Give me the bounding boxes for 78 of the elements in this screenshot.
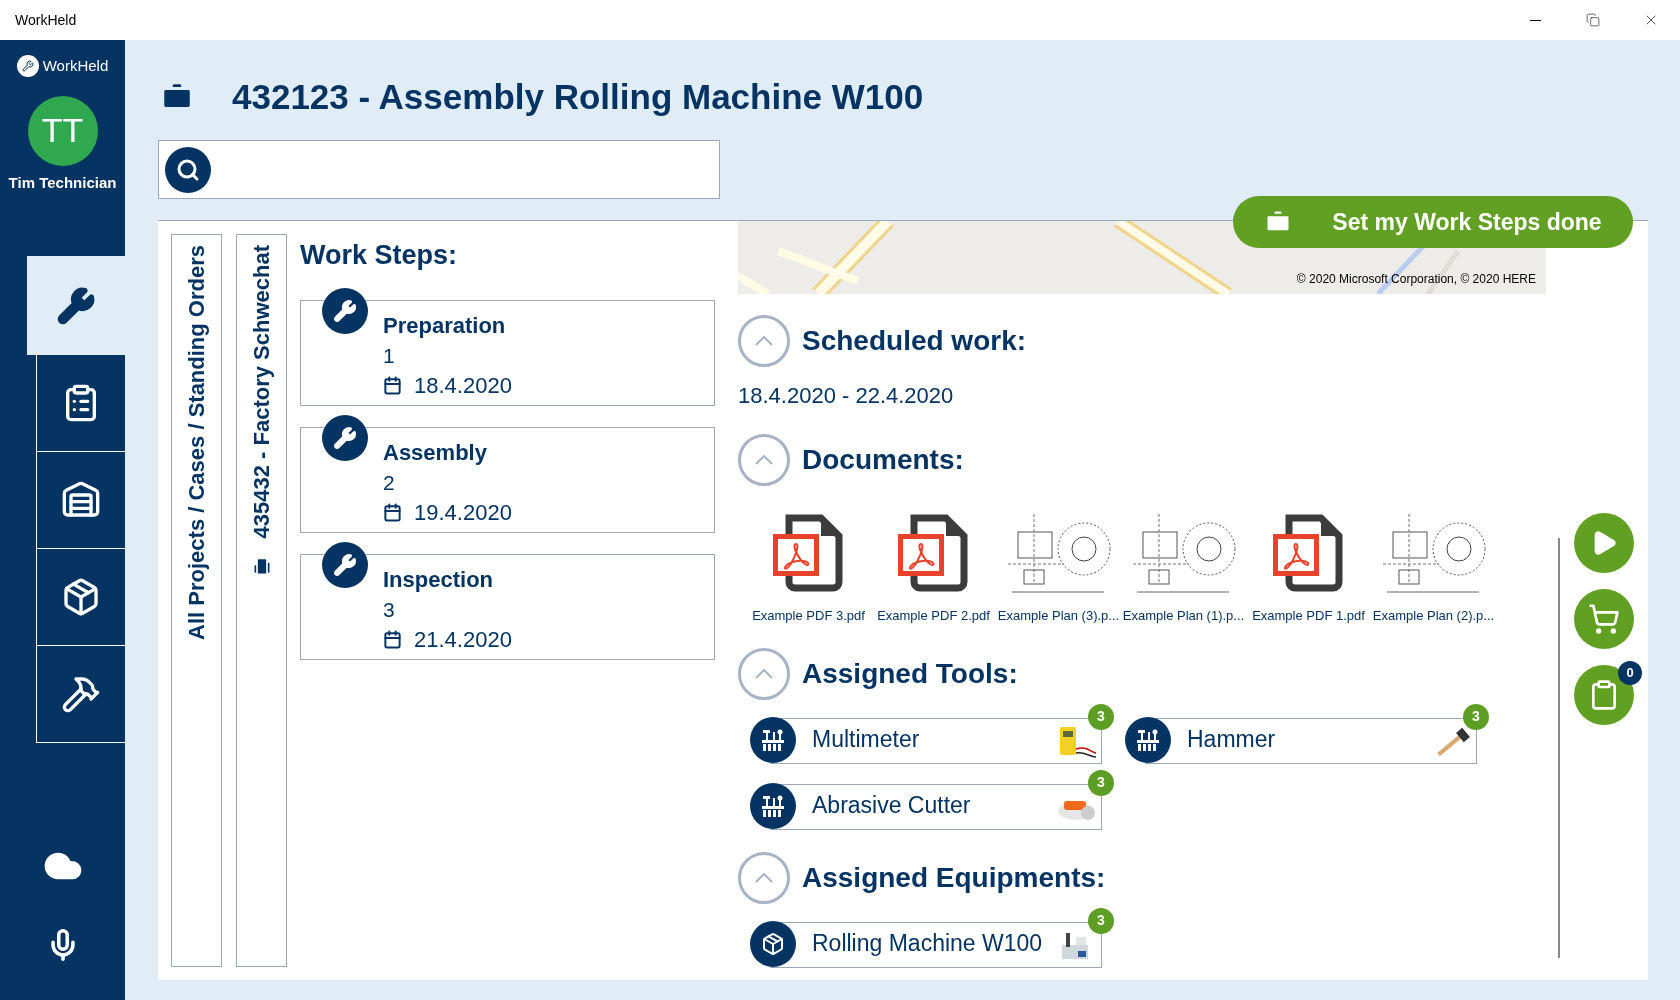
- toolbox-icon: [760, 793, 786, 818]
- document-name: Example Plan (1).p...: [1122, 607, 1245, 625]
- calendar-icon: [383, 376, 402, 395]
- document-name: Example Plan (2).p...: [1372, 607, 1495, 625]
- step-date: 19.4.2020: [414, 498, 512, 527]
- map-attribution: © 2020 Microsoft Corporation, © 2020 HERE: [1296, 271, 1536, 288]
- wrench-icon: [56, 285, 96, 326]
- count-badge: 0: [1618, 661, 1642, 685]
- breadcrumb-tab[interactable]: 435432 - Factory Schwechat: [236, 234, 287, 967]
- document-name: Example PDF 2.pdf: [877, 607, 990, 625]
- wrench-icon: [322, 414, 368, 461]
- section-heading: Scheduled work:: [802, 324, 1027, 358]
- document-tile[interactable]: Example Plan (1).p...: [1121, 502, 1246, 626]
- nav-item[interactable]: [36, 355, 125, 452]
- work-step-card[interactable]: Inspection 3 21.4.2020: [300, 553, 715, 660]
- count-badge: 3: [1088, 907, 1114, 934]
- step-date: 18.4.2020: [414, 371, 512, 400]
- restore-icon: [1586, 13, 1600, 27]
- box-icon: [61, 577, 101, 617]
- toolbox-icon: [760, 727, 786, 752]
- work-step-card[interactable]: Preparation 1 18.4.2020: [300, 299, 715, 406]
- item-name: Rolling Machine W100: [812, 929, 1043, 959]
- count-badge: 3: [1463, 703, 1489, 730]
- section-heading: Assigned Equipments:: [802, 860, 1106, 895]
- breadcrumb-tab[interactable]: All Projects / Cases / Standing Orders: [171, 234, 222, 967]
- action-button[interactable]: [1574, 665, 1634, 725]
- item-name: Abrasive Cutter: [812, 791, 971, 821]
- document-tile[interactable]: Example Plan (2).p...: [1371, 502, 1496, 626]
- search-field[interactable]: [158, 140, 720, 199]
- chevron-up-icon: [755, 336, 773, 346]
- calendar-icon: [383, 503, 402, 522]
- nav-item[interactable]: [36, 549, 125, 646]
- date-range: 18.4.2020 - 22.4.2020: [738, 382, 955, 410]
- nav-item[interactable]: [36, 646, 125, 743]
- nav-item[interactable]: [36, 452, 125, 549]
- logo-icon: [16, 55, 39, 78]
- hammer-icon: [61, 674, 101, 714]
- search-icon: [165, 146, 211, 193]
- item-name: Hammer: [1187, 725, 1276, 755]
- step-name: Inspection: [383, 565, 494, 594]
- step-date: 21.4.2020: [414, 625, 512, 654]
- page-title: 432123 - Assembly Rolling Machine W100: [232, 75, 924, 118]
- section-heading: Assigned Tools:: [802, 656, 1018, 691]
- step-name: Assembly: [383, 438, 488, 467]
- count-badge: 3: [1088, 703, 1114, 730]
- wrench-icon: [322, 541, 368, 588]
- step-number: 1: [383, 342, 396, 369]
- step-name: Preparation: [383, 311, 507, 340]
- chevron-up-icon: [755, 455, 773, 465]
- document-name: Example Plan (3).p...: [997, 607, 1120, 625]
- calendar-icon: [383, 630, 402, 649]
- work-step-card[interactable]: Assembly 2 19.4.2020: [300, 426, 715, 533]
- wrench-icon: [322, 287, 368, 334]
- cart-icon: [1588, 603, 1620, 635]
- chevron-up-icon: [755, 872, 773, 883]
- item-name: Multimeter: [812, 725, 920, 755]
- user-name: Tim Technician: [8, 172, 117, 193]
- nav-item[interactable]: [27, 256, 125, 355]
- warehouse-icon: [61, 480, 101, 520]
- document-tile[interactable]: Example PDF 3.pdf: [746, 502, 871, 626]
- window-title: WorkHeld: [15, 10, 77, 30]
- chevron-up-icon: [755, 668, 773, 679]
- minimize-icon: [1529, 19, 1541, 21]
- logo-text: WorkHeld: [42, 56, 109, 76]
- step-number: 3: [383, 596, 396, 623]
- document-name: Example PDF 3.pdf: [752, 607, 865, 625]
- breadcrumb-label: All Projects / Cases / Standing Orders: [183, 245, 210, 640]
- equipment-icon: [750, 920, 796, 967]
- section-heading: Documents:: [802, 443, 964, 477]
- breadcrumb-label: 435432 - Factory Schwechat: [248, 245, 275, 539]
- document-tile[interactable]: Example Plan (3).p...: [996, 502, 1121, 626]
- work-steps-heading: Work Steps:: [300, 239, 459, 272]
- step-number: 2: [383, 469, 396, 496]
- document-tile[interactable]: Example PDF 2.pdf: [871, 502, 996, 626]
- count-badge: 3: [1088, 769, 1114, 796]
- document-tile[interactable]: Example PDF 1.pdf: [1246, 502, 1371, 626]
- document-name: Example PDF 1.pdf: [1252, 607, 1365, 625]
- toolbox-icon: [1135, 727, 1161, 752]
